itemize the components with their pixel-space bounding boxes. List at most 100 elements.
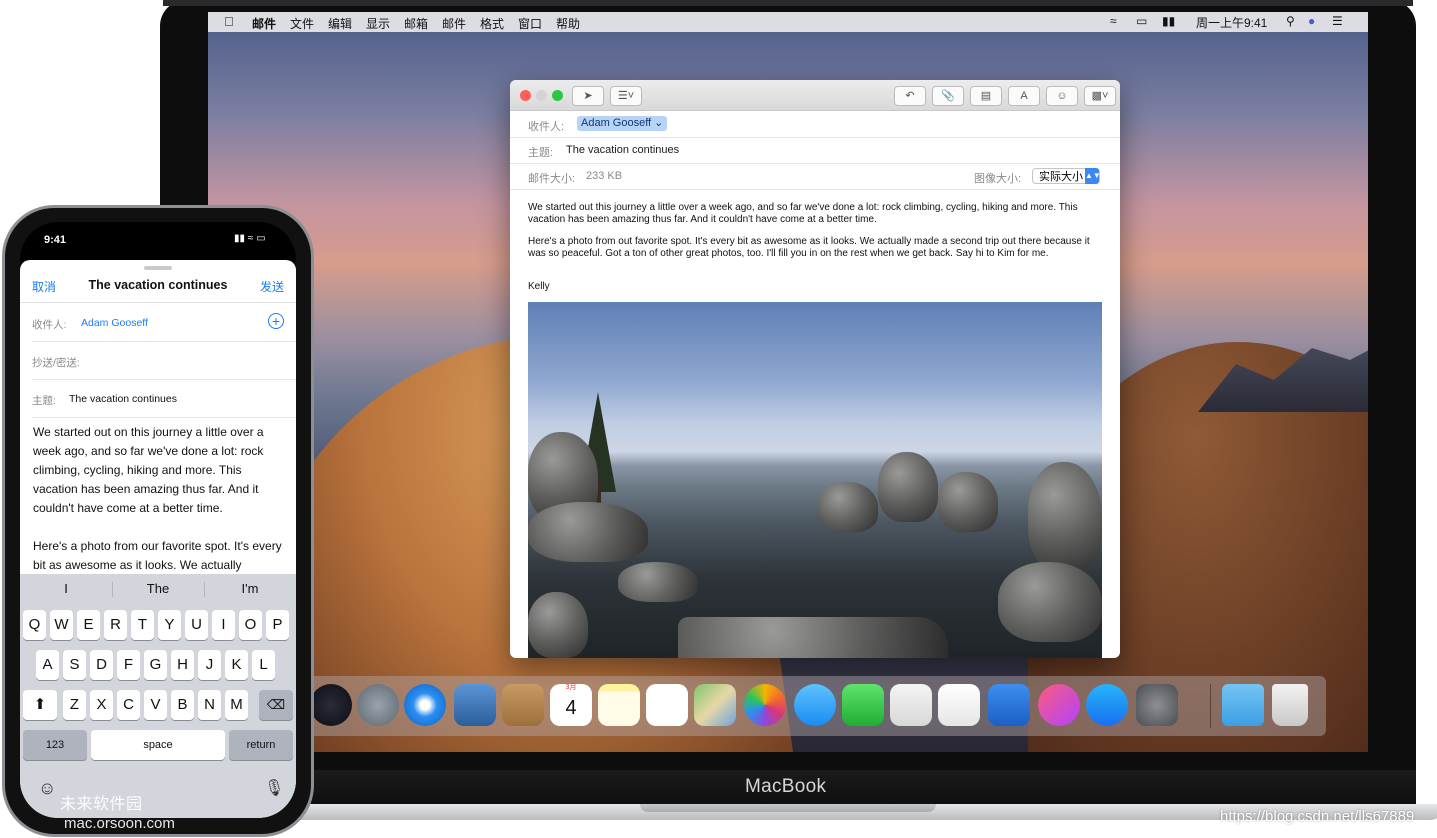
key-z[interactable]: Z — [63, 690, 86, 720]
menu-view[interactable]: 显示 — [366, 15, 390, 32]
emoji-icon[interactable]: ☺ — [1046, 86, 1078, 106]
notification-center-icon[interactable]: ☰ — [1332, 14, 1343, 28]
menubar-clock[interactable]: 周一上午9:41 — [1196, 14, 1267, 31]
minimize-button[interactable] — [536, 90, 547, 101]
close-button[interactable] — [520, 90, 531, 101]
status-icons: ▮▮ ≈ ▭ — [234, 233, 266, 244]
menu-message[interactable]: 邮件 — [442, 15, 466, 32]
messages-icon[interactable] — [794, 684, 836, 726]
menu-help[interactable]: 帮助 — [556, 15, 580, 32]
key-p[interactable]: P — [266, 610, 289, 640]
cc-label[interactable]: 抄送/密送: — [32, 355, 80, 370]
key-g[interactable]: G — [144, 650, 167, 680]
menu-format[interactable]: 格式 — [480, 15, 504, 32]
system-preferences-icon[interactable] — [1136, 684, 1178, 726]
notes-icon[interactable] — [598, 684, 640, 726]
key-x[interactable]: X — [90, 690, 113, 720]
launchpad-icon[interactable] — [357, 684, 399, 726]
key-t[interactable]: T — [131, 610, 154, 640]
menu-app-mail[interactable]: 邮件 — [252, 15, 276, 32]
key-s[interactable]: S — [63, 650, 86, 680]
key-f[interactable]: F — [117, 650, 140, 680]
key-d[interactable]: D — [90, 650, 113, 680]
menu-mailbox[interactable]: 邮箱 — [404, 15, 428, 32]
numbers-icon[interactable] — [938, 684, 980, 726]
zoom-button[interactable] — [552, 90, 563, 101]
airplay-icon[interactable]: ▭ — [1136, 14, 1147, 28]
spotlight-icon[interactable]: ⚲ — [1286, 14, 1295, 28]
safari-icon[interactable] — [404, 684, 446, 726]
image-size-select[interactable]: 实际大小 ▲▼ — [1032, 168, 1101, 184]
subject-field[interactable]: The vacation continues — [566, 144, 679, 156]
facetime-icon[interactable] — [842, 684, 884, 726]
body-paragraph-2[interactable]: Here's a photo from our favorite spot. I… — [33, 537, 289, 575]
apple-icon[interactable]:  — [224, 14, 234, 29]
backspace-key[interactable]: ⌫ — [259, 690, 293, 720]
attachment-toggle-icon[interactable]: ▤ — [970, 86, 1002, 106]
key-c[interactable]: C — [117, 690, 140, 720]
shift-key[interactable]: ⬆ — [23, 690, 57, 720]
suggestion-1[interactable]: I — [20, 574, 112, 604]
pages-icon[interactable] — [890, 684, 932, 726]
menu-file[interactable]: 文件 — [290, 15, 314, 32]
body-paragraph-1[interactable]: We started out on this journey a little … — [33, 423, 289, 518]
siri-icon[interactable] — [310, 684, 352, 726]
space-key[interactable]: space — [91, 730, 225, 760]
mail-signature[interactable]: Kelly — [528, 281, 1102, 293]
mail-icon[interactable] — [454, 684, 496, 726]
menu-edit[interactable]: 编辑 — [328, 15, 352, 32]
microphone-icon[interactable]: 🎙 — [264, 778, 284, 798]
recipient-token[interactable]: Adam Gooseff ⌄ — [577, 116, 668, 131]
emoji-icon[interactable]: ☺ — [38, 778, 56, 799]
reply-icon[interactable]: ↶ — [894, 86, 926, 106]
key-y[interactable]: Y — [158, 610, 181, 640]
photos-icon[interactable] — [744, 684, 786, 726]
key-u[interactable]: U — [185, 610, 208, 640]
siri-icon[interactable]: ● — [1308, 14, 1315, 28]
reminders-icon[interactable] — [646, 684, 688, 726]
header-fields-icon[interactable]: ☰˅ — [610, 86, 642, 106]
keynote-icon[interactable] — [988, 684, 1030, 726]
recipient-field[interactable]: Adam Gooseff — [81, 317, 148, 329]
suggestion-3[interactable]: I'm — [204, 574, 296, 604]
suggestion-2[interactable]: The — [112, 574, 204, 604]
key-k[interactable]: K — [225, 650, 248, 680]
key-l[interactable]: L — [252, 650, 275, 680]
itunes-icon[interactable] — [1038, 684, 1080, 726]
key-h[interactable]: H — [171, 650, 194, 680]
calendar-icon[interactable]: 3月 4 — [550, 684, 592, 726]
key-i[interactable]: I — [212, 610, 235, 640]
key-v[interactable]: V — [144, 690, 167, 720]
add-contact-icon[interactable]: + — [268, 313, 284, 329]
wifi-icon[interactable]: ≈ — [1110, 14, 1117, 28]
battery-icon[interactable]: ▮▮ — [1162, 14, 1175, 28]
key-a[interactable]: A — [36, 650, 59, 680]
return-key[interactable]: return — [229, 730, 293, 760]
downloads-folder-icon[interactable] — [1222, 684, 1264, 726]
sheet-grabber[interactable] — [144, 266, 172, 270]
attached-photo[interactable] — [528, 302, 1102, 658]
app-store-icon[interactable] — [1086, 684, 1128, 726]
attachment-icon[interactable]: 📎 — [932, 86, 964, 106]
key-r[interactable]: R — [104, 610, 127, 640]
photo-browser-icon[interactable]: ▩˅ — [1084, 86, 1116, 106]
numbers-key[interactable]: 123 — [23, 730, 87, 760]
send-button[interactable]: 发送 — [260, 278, 284, 295]
format-icon[interactable]: A — [1008, 86, 1040, 106]
menu-window[interactable]: 窗口 — [518, 15, 542, 32]
contacts-icon[interactable] — [502, 684, 544, 726]
key-q[interactable]: Q — [23, 610, 46, 640]
maps-icon[interactable] — [694, 684, 736, 726]
send-icon[interactable]: ➤ — [572, 86, 604, 106]
key-o[interactable]: O — [239, 610, 262, 640]
subject-field[interactable]: The vacation continues — [69, 393, 177, 405]
mail-body-paragraph-1[interactable]: We started out this journey a little ove… — [528, 202, 1102, 226]
key-j[interactable]: J — [198, 650, 221, 680]
mail-body-paragraph-2[interactable]: Here's a photo from out favorite spot. I… — [528, 236, 1102, 260]
key-w[interactable]: W — [50, 610, 73, 640]
key-m[interactable]: M — [225, 690, 248, 720]
key-n[interactable]: N — [198, 690, 221, 720]
key-b[interactable]: B — [171, 690, 194, 720]
key-e[interactable]: E — [77, 610, 100, 640]
trash-icon[interactable] — [1272, 684, 1308, 726]
